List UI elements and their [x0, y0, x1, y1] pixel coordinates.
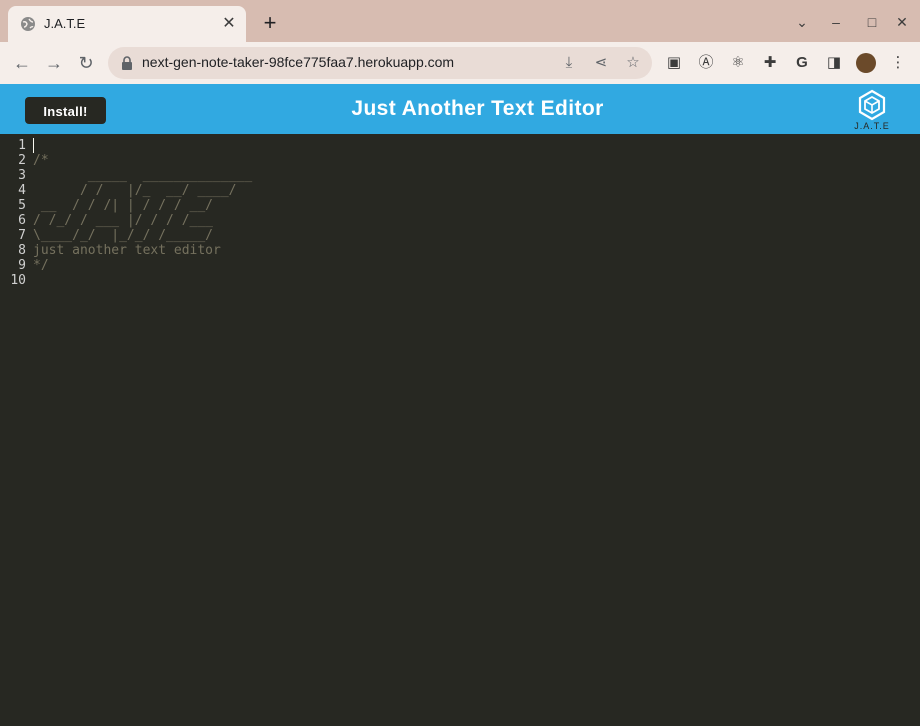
- browser-tab[interactable]: J.A.T.E ✕: [8, 6, 246, 42]
- reload-icon[interactable]: ↻: [74, 51, 98, 75]
- address-bar[interactable]: next-gen-note-taker-98fce775faa7.herokua…: [108, 47, 652, 79]
- page-title: Just Another Text Editor: [351, 97, 604, 120]
- line-text[interactable]: / / |/_ __/ ____/: [33, 183, 237, 198]
- line-number: 1: [18, 138, 26, 153]
- tab-title: J.A.T.E: [44, 16, 86, 31]
- line-number: 9: [18, 258, 26, 273]
- minimize-icon[interactable]: –: [826, 12, 846, 32]
- line-text[interactable]: just another text editor: [33, 243, 221, 258]
- install-app-icon[interactable]: ⤓: [560, 54, 578, 72]
- code-editor[interactable]: 1 2 /* 3 _____ ______________ 4 / / |/_ _…: [0, 134, 920, 726]
- back-icon[interactable]: ←: [10, 51, 34, 75]
- app-header: Install! Just Another Text Editor J.A.T.…: [0, 84, 920, 134]
- lock-icon: [122, 56, 132, 70]
- browser-toolbar: ← → ↻ next-gen-note-taker-98fce775faa7.h…: [0, 42, 920, 84]
- forward-icon[interactable]: →: [42, 51, 66, 75]
- line-number: 10: [10, 273, 26, 288]
- close-window-icon[interactable]: ✕: [892, 12, 912, 32]
- jate-logo-icon: [858, 89, 886, 121]
- browser-tab-strip: J.A.T.E ✕ + ⌄ – □ ✕: [0, 0, 920, 42]
- avatar[interactable]: [856, 53, 876, 73]
- line-number: 8: [18, 243, 26, 258]
- line-number: 6: [18, 213, 26, 228]
- tab-search-icon[interactable]: ⌄: [792, 12, 812, 32]
- extension-a-icon[interactable]: Ⓐ: [696, 53, 716, 73]
- line-number: 4: [18, 183, 26, 198]
- line-number: 5: [18, 198, 26, 213]
- line-text[interactable]: \____/_/ |_/_/ /_____/: [33, 228, 213, 243]
- logo-text: J.A.T.E: [854, 121, 890, 131]
- menu-kebab-icon[interactable]: ⋮: [888, 53, 908, 73]
- side-panel-icon[interactable]: ◨: [824, 53, 844, 73]
- line-number: 3: [18, 168, 26, 183]
- line-text[interactable]: __ / / /| | / / / __/: [33, 198, 213, 213]
- bookmark-star-icon[interactable]: ☆: [624, 54, 642, 72]
- text-cursor: [33, 138, 34, 153]
- line-text[interactable]: */: [33, 258, 49, 273]
- new-tab-button[interactable]: +: [258, 12, 282, 36]
- line-text[interactable]: /*: [33, 153, 49, 168]
- extensions-puzzle-icon[interactable]: ✚: [760, 53, 780, 73]
- line-text[interactable]: / /_/ / ___ |/ / / /___: [33, 213, 213, 228]
- react-devtools-icon[interactable]: ⚛: [728, 53, 748, 73]
- share-icon[interactable]: ⋖: [592, 54, 610, 72]
- line-text[interactable]: _____ ______________: [33, 168, 252, 183]
- google-icon[interactable]: G: [792, 53, 812, 73]
- line-number: 7: [18, 228, 26, 243]
- logo: J.A.T.E: [848, 89, 896, 133]
- globe-icon: [21, 17, 35, 31]
- close-tab-icon[interactable]: ✕: [220, 15, 238, 33]
- url-text: next-gen-note-taker-98fce775faa7.herokua…: [142, 54, 455, 70]
- line-number: 2: [18, 153, 26, 168]
- maximize-icon[interactable]: □: [862, 12, 882, 32]
- extension-icon[interactable]: ▣: [664, 53, 684, 73]
